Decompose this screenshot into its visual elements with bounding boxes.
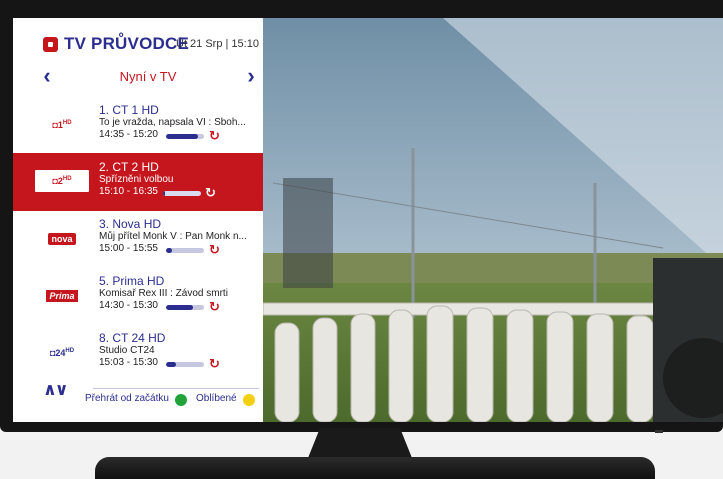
channel-show: Spřízněni volbou xyxy=(99,174,174,185)
restart-icon[interactable]: ↻ xyxy=(205,186,219,200)
restart-icon[interactable]: ↻ xyxy=(209,300,223,314)
channel-row-ct24[interactable]: ◘24HD 8. CT 24 HD Studio CT24 15:03 - 15… xyxy=(13,324,263,382)
chevron-left-icon[interactable]: ‹ xyxy=(37,64,57,88)
guide-footer: ∧∨ Přehrát od začátku Oblíbené xyxy=(13,380,263,420)
channel-name: 1. CT 1 HD xyxy=(99,103,159,117)
guide-title: TV PRŮVODCE xyxy=(64,34,189,53)
restart-from-start-label: Přehrát od začátku xyxy=(85,393,169,404)
channel-time: 15:10 - 16:35 xyxy=(99,186,158,197)
channel-logo-nova: nova xyxy=(35,228,89,250)
tv-logo-icon xyxy=(43,37,58,52)
channel-show: Můj přítel Monk V : Pan Monk n... xyxy=(99,231,247,242)
up-down-arrows-icon[interactable]: ∧∨ xyxy=(43,380,69,400)
channel-show: Studio CT24 xyxy=(99,345,155,356)
footer-divider xyxy=(93,388,259,389)
channel-time: 14:30 - 15:30 xyxy=(99,300,158,311)
progress-fill xyxy=(166,134,199,139)
channel-row-prima[interactable]: Prima 5. Prima HD Komisař Rex III : Závo… xyxy=(13,267,263,325)
channel-name: 2. CT 2 HD xyxy=(99,160,159,174)
channel-name: 8. CT 24 HD xyxy=(99,331,166,345)
restart-icon[interactable]: ↻ xyxy=(209,357,223,371)
tv-stand-neck xyxy=(308,428,412,458)
channel-logo-prima: Prima xyxy=(35,285,89,307)
favorites-label: Oblíbené xyxy=(196,393,237,404)
restart-icon[interactable]: ↻ xyxy=(209,129,223,143)
channel-name: 5. Prima HD xyxy=(99,274,165,288)
channel-row-ct2[interactable]: ◘2HD 2. CT 2 HD Spřízněni volbou 15:10 -… xyxy=(13,153,263,211)
channel-name: 3. Nova HD xyxy=(99,217,162,231)
channel-time: 15:03 - 15:30 xyxy=(99,357,158,368)
program-progress-bar xyxy=(166,305,204,310)
tv-power-led xyxy=(655,430,663,433)
channel-time: 14:35 - 15:20 xyxy=(99,129,158,140)
channel-show: To je vražda, napsala VI : Sboh... xyxy=(99,117,246,128)
channel-logo-ct2: ◘2HD xyxy=(35,170,89,192)
current-datetime: Út 21 Srp | 15:10 xyxy=(176,38,259,50)
channel-logo-ct24: ◘24HD xyxy=(49,348,75,358)
program-progress-bar xyxy=(166,248,204,253)
progress-fill xyxy=(163,191,165,196)
program-progress-bar xyxy=(166,362,204,367)
program-progress-bar xyxy=(163,191,201,196)
progress-fill xyxy=(166,362,176,367)
tv-guide-panel: TV PRŮVODCE Út 21 Srp | 15:10 ‹ Nyní v T… xyxy=(13,18,263,422)
channel-time: 15:00 - 15:55 xyxy=(99,243,158,254)
chevron-right-icon[interactable]: › xyxy=(241,64,261,88)
green-button-icon[interactable] xyxy=(175,394,187,406)
channel-show: Komisař Rex III : Závod smrti xyxy=(99,288,228,299)
guide-header: TV PRŮVODCE Út 21 Srp | 15:10 xyxy=(13,32,263,56)
channel-row-ct1[interactable]: ◘1HD 1. CT 1 HD To je vražda, napsala VI… xyxy=(13,96,263,154)
channel-logo-ct1: ◘1HD xyxy=(52,120,72,130)
channel-row-nova[interactable]: nova 3. Nova HD Můj přítel Monk V : Pan … xyxy=(13,210,263,268)
tv-screen: TV PRŮVODCE Út 21 Srp | 15:10 ‹ Nyní v T… xyxy=(13,18,723,422)
program-progress-bar xyxy=(166,134,204,139)
progress-fill xyxy=(166,248,172,253)
tv-stand-base xyxy=(95,457,655,479)
yellow-button-icon[interactable] xyxy=(243,394,255,406)
guide-nav-title: Nyní v TV xyxy=(119,69,177,84)
restart-icon[interactable]: ↻ xyxy=(209,243,223,257)
progress-fill xyxy=(166,305,193,310)
guide-nav: ‹ Nyní v TV › xyxy=(13,64,263,88)
